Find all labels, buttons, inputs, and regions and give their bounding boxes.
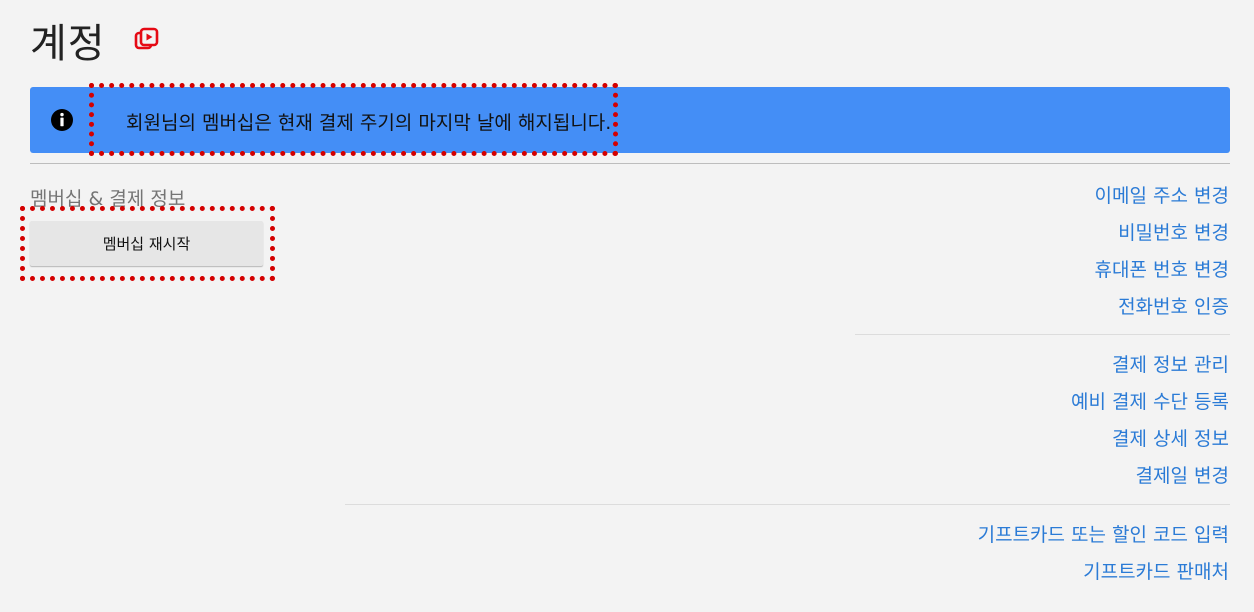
page-header: 계정 xyxy=(30,12,160,68)
change-email-link[interactable]: 이메일 주소 변경 xyxy=(1095,178,1229,215)
info-icon xyxy=(50,108,74,132)
billing-details-link[interactable]: 결제 상세 정보 xyxy=(1071,421,1229,458)
redeem-gift-code-link[interactable]: 기프트카드 또는 할인 코드 입력 xyxy=(978,517,1229,554)
gift-card-retailers-link[interactable]: 기프트카드 판매처 xyxy=(978,554,1229,591)
membership-play-icon xyxy=(134,27,160,53)
membership-billing-section-label: 멤버십 & 결제 정보 xyxy=(30,188,186,210)
change-phone-link[interactable]: 휴대폰 번호 변경 xyxy=(1095,252,1229,289)
billing-links: 결제 정보 관리 예비 결제 수단 등록 결제 상세 정보 결제일 변경 xyxy=(1071,347,1229,495)
page-title: 계정 xyxy=(30,21,106,67)
divider xyxy=(30,163,1230,164)
gift-links: 기프트카드 또는 할인 코드 입력 기프트카드 판매처 xyxy=(978,517,1229,591)
divider xyxy=(855,334,1230,335)
divider xyxy=(345,504,1230,505)
manage-payment-link[interactable]: 결제 정보 관리 xyxy=(1071,347,1229,384)
account-links: 이메일 주소 변경 비밀번호 변경 휴대폰 번호 변경 전화번호 인증 xyxy=(1095,178,1229,326)
change-password-link[interactable]: 비밀번호 변경 xyxy=(1095,215,1229,252)
verify-phone-link[interactable]: 전화번호 인증 xyxy=(1095,289,1229,326)
change-billing-day-link[interactable]: 결제일 변경 xyxy=(1071,458,1229,495)
restart-membership-button[interactable]: 멤버십 재시작 xyxy=(30,221,263,266)
add-backup-payment-link[interactable]: 예비 결제 수단 등록 xyxy=(1071,384,1229,421)
cancellation-notice: 회원님의 멤버십은 현재 결제 주기의 마지막 날에 해지됩니다. xyxy=(126,112,612,134)
info-banner: 회원님의 멤버십은 현재 결제 주기의 마지막 날에 해지됩니다. xyxy=(30,87,1230,153)
